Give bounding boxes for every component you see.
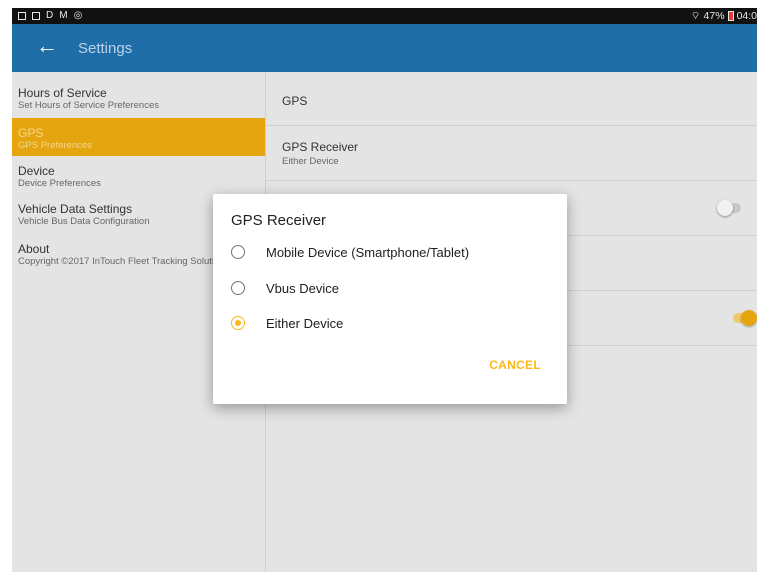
row-subtitle: Either Device [282,156,339,167]
sidebar-item-hours-of-service[interactable]: Hours of Service Set Hours of Service Pr… [12,86,265,111]
app-bar: ← Settings [12,24,757,72]
back-arrow-icon[interactable]: ← [36,34,58,58]
cancel-button[interactable]: CANCEL [489,358,541,372]
clock: 04:0 [736,10,757,22]
section-title: GPS [282,94,308,108]
toggle-switch-on[interactable] [733,310,757,326]
wifi-hotspot-icon: ◎ [73,10,83,21]
row-title: GPS Receiver [282,140,359,154]
gps-receiver-row[interactable]: GPS Receiver Either Device [266,126,757,181]
option-vbus-device[interactable]: Vbus Device [231,278,339,298]
sidebar-item-subtitle: Set Hours of Service Preferences [18,100,159,111]
dialog-title: GPS Receiver [231,212,327,229]
option-label: Either Device [266,315,344,331]
sidebar-item-title: Device [18,164,55,178]
sidebar-item-gps[interactable]: GPS GPS Preferences [12,118,265,156]
notification-m: M [59,10,68,21]
gps-receiver-dialog: GPS Receiver Mobile Device (Smartphone/T… [213,194,567,404]
toggle-switch-off[interactable] [717,200,741,216]
radio-unselected[interactable] [231,281,245,295]
sidebar-item-subtitle: Device Preferences [18,178,101,189]
mail-icon [32,11,40,20]
toggle-knob [741,310,757,326]
detail-header: GPS [266,72,757,126]
option-label: Vbus Device [266,280,339,296]
notification-d: D [46,10,54,21]
status-bar: D M ◎ ⌔ 47% 04:0 [12,8,757,24]
battery-icon [727,11,734,21]
radio-unselected[interactable] [231,245,245,259]
page-title: Settings [78,40,133,57]
wifi-icon: ⌔ [690,10,701,22]
battery-percent: 47% [703,10,725,22]
option-mobile-device[interactable]: Mobile Device (Smartphone/Tablet) [231,242,469,262]
option-either-device[interactable]: Either Device [231,313,343,333]
sidebar-item-title: Hours of Service [18,86,107,100]
sidebar-item-subtitle: GPS Preferences [18,140,92,151]
toggle-knob [717,200,733,216]
screenshot-icon [18,11,26,20]
radio-selected[interactable] [231,316,245,330]
option-label: Mobile Device (Smartphone/Tablet) [266,244,470,260]
sidebar-item-title: GPS [18,126,44,140]
sidebar-item-device[interactable]: Device Device Preferences [12,164,265,189]
